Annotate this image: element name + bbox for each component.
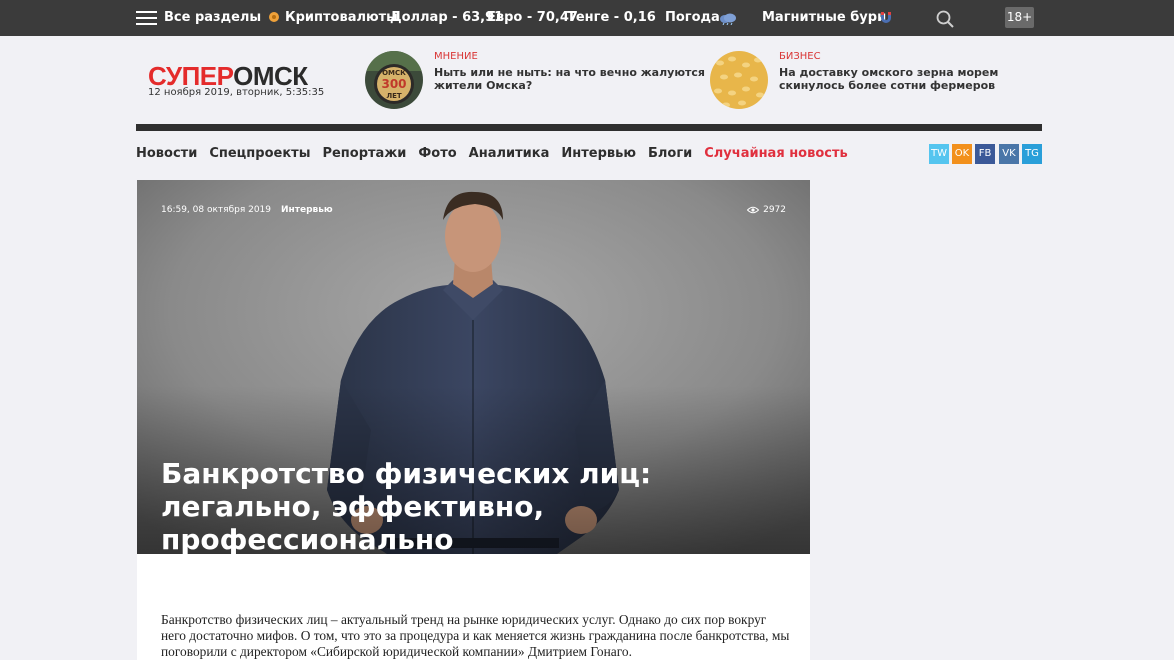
crypto-link[interactable]: Криптовалюты — [269, 0, 398, 36]
age-rating-badge: 18+ — [1005, 7, 1034, 28]
teaser-category[interactable]: Мнение — [434, 51, 478, 62]
teaser-thumbnail[interactable]: ОМСК 300 ЛЕТ — [365, 51, 423, 109]
grain-image — [710, 51, 768, 109]
header-teaser-opinion[interactable]: ОМСК 300 ЛЕТ Мнение Ныть или не ныть: на… — [365, 51, 705, 109]
nav-item-interview[interactable]: Интервью — [561, 146, 636, 164]
views-count: 2972 — [763, 205, 786, 215]
current-date: 12 ноября 2019, вторник, 5:35:35 — [148, 87, 325, 98]
weather-link[interactable]: Погода — [665, 0, 720, 36]
nav-item-reports[interactable]: Репортажи — [322, 146, 406, 164]
nav-item-photo[interactable]: Фото — [418, 146, 456, 164]
nav-item-analytics[interactable]: Аналитика — [469, 146, 550, 164]
article-hero: 16:59, 08 октября 2019 Интервью 2972 Банк… — [137, 180, 810, 554]
share-ok-button[interactable]: OK — [952, 144, 972, 164]
share-telegram-button[interactable]: TG — [1022, 144, 1042, 164]
article-lead: Банкротство физических лиц – актуальный … — [161, 612, 790, 659]
nav-item-random-news[interactable]: Случайная новость — [704, 146, 848, 164]
nav-item-news[interactable]: Новости — [136, 146, 197, 164]
header-teaser-business[interactable]: Бизнес На доставку омского зерна морем с… — [710, 51, 1050, 109]
nav-item-blogs[interactable]: Блоги — [648, 146, 692, 164]
all-sections-link[interactable]: Все разделы — [164, 0, 261, 36]
search-icon[interactable] — [935, 9, 955, 29]
article-datetime: 16:59, 08 октября 2019 — [161, 205, 272, 215]
share-facebook-button[interactable]: FB — [975, 144, 995, 164]
article-category[interactable]: Интервью — [281, 205, 333, 215]
article-title: Банкротство физических лиц: легально, эф… — [161, 457, 652, 554]
share-twitter-button[interactable]: TW — [929, 144, 949, 164]
omsk-300-image: ОМСК 300 ЛЕТ — [365, 51, 423, 109]
magnet-icon — [881, 12, 891, 23]
magnetic-storms-link[interactable]: Магнитные бури — [762, 0, 886, 36]
euro-rate[interactable]: Евро - 70,47 — [487, 0, 578, 36]
teaser-category[interactable]: Бизнес — [779, 51, 821, 62]
top-bar: Все разделы Криптовалюты Доллар - 63,91 … — [0, 0, 1174, 36]
weather-cloud-icon — [720, 13, 736, 25]
menu-icon[interactable] — [136, 11, 157, 25]
thumb-text-omsk: ОМСК — [382, 69, 406, 77]
share-vk-button[interactable]: VK — [999, 144, 1019, 164]
views-counter: 2972 — [746, 205, 786, 215]
thumb-text-300: 300 — [381, 77, 406, 91]
teaser-title[interactable]: Ныть или не ныть: на что вечно жалуются … — [434, 66, 714, 92]
crypto-label: Криптовалюты — [285, 10, 398, 25]
header-divider — [136, 124, 1042, 131]
site-logo[interactable]: СУПЕРОМСК — [148, 63, 308, 89]
thumb-text-let: ЛЕТ — [386, 92, 402, 100]
bitcoin-icon — [269, 12, 279, 22]
article-meta: 16:59, 08 октября 2019 Интервью — [161, 205, 333, 215]
teaser-title[interactable]: На доставку омского зерна морем скинулос… — [779, 66, 1059, 92]
article-body: Банкротство физических лиц – актуальный … — [137, 554, 810, 660]
nav-item-special-projects[interactable]: Спецпроекты — [209, 146, 310, 164]
eye-icon — [746, 206, 760, 214]
teaser-thumbnail[interactable] — [710, 51, 768, 109]
tenge-rate[interactable]: Тенге - 0,16 — [567, 0, 656, 36]
main-nav: Новости Спецпроекты Репортажи Фото Анали… — [136, 146, 860, 164]
